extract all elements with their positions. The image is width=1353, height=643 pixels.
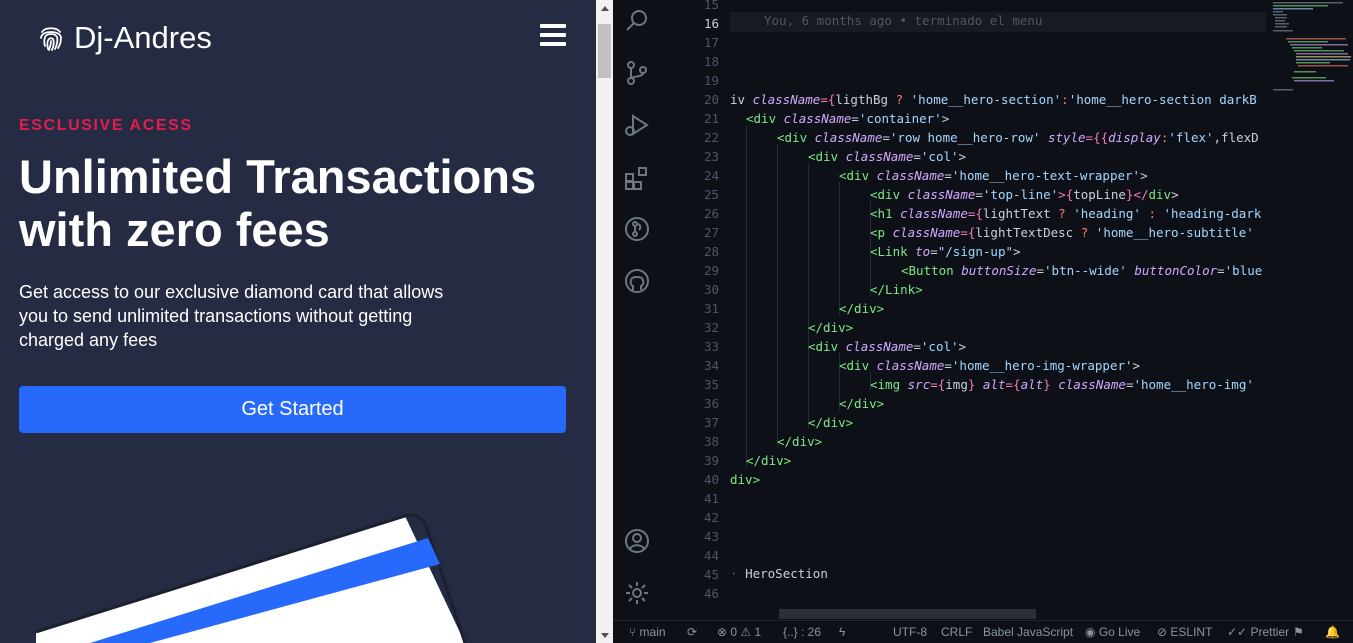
problems-status[interactable]: ⊗ 0 ⚠ 1 [717,625,761,639]
search-icon[interactable] [624,8,650,34]
line-number: 42 [703,510,719,525]
line-number: 34 [703,358,719,373]
line-number: 40 [703,472,719,487]
status-bar: ⑂ main ⟳ ⊗ 0 ⚠ 1 {..} : 26 ϟ UTF-8 CRLF … [613,620,1353,643]
code-line: <h1 className={lightText ? 'heading' : '… [870,206,1262,221]
line-number: 43 [703,529,719,544]
code-line: </div> [777,434,823,449]
account-icon[interactable] [624,528,650,554]
current-line-highlight: You, 6 months ago • terminado el menu [730,12,1266,32]
line-number: 46 [703,586,719,601]
line-number: 18 [703,54,719,69]
language-mode[interactable]: Babel JavaScript [983,625,1073,639]
encoding-status[interactable]: UTF-8 [893,625,927,639]
line-number: 32 [703,320,719,335]
code-line: <div className='col'> [808,339,967,354]
line-number: 30 [703,282,719,297]
line-number: 31 [703,301,719,316]
code-area[interactable]: You, 6 months ago • terminado el menu iv… [730,0,1266,620]
code-line: </Link> [870,282,923,297]
code-line: </div> [839,396,885,411]
gitlens-icon[interactable] [624,216,650,242]
fingerprint-icon [40,27,62,51]
code-line: <div className='top-line'>{topLine}</div… [870,187,1179,202]
lightning-icon[interactable]: ϟ [839,625,845,639]
code-line: </div> [839,301,885,316]
line-number: 38 [703,434,719,449]
code-line: <div className='row home__hero-row' styl… [777,130,1259,145]
line-number: 25 [703,187,719,202]
scroll-up-icon[interactable] [601,6,609,11]
code-line: <Link to="/sign-up"> [870,244,1021,259]
line-number: 23 [703,149,719,164]
branch-status[interactable]: ⑂ main [629,625,666,639]
scroll-down-icon[interactable] [601,633,609,638]
breadcrumb-symbol: HeroSection [745,566,828,581]
navbar-logo[interactable]: Dj-Andres [38,20,212,56]
menu-hamburger-icon[interactable] [540,24,566,46]
scrollbar-thumb[interactable] [598,24,611,78]
credit-card-illustration [35,513,467,643]
line-number: 16 [703,16,719,31]
line-number: 24 [703,168,719,183]
code-line: <Button buttonSize='btn--wide' buttonCol… [901,263,1263,278]
eslint-status[interactable]: ⊘ ESLINT [1157,625,1212,639]
code-line: </div> [746,453,792,468]
notifications-bell-icon[interactable]: 🔔 [1325,625,1340,639]
github-icon[interactable] [624,268,650,294]
code-line: <div className='col'> [808,149,967,164]
activity-bar [613,0,661,620]
line-number: 15 [703,0,719,12]
code-line: iv className={ligthBg ? 'home__hero-sect… [730,92,1257,107]
settings-gear-icon[interactable] [624,580,650,606]
line-number: 17 [703,35,719,50]
line-number: 45 [703,567,719,582]
code-editor: 15 16 17 18 19 20 21 22 23 24 25 26 27 28 29 30 31 32 33 34… [613,0,1353,643]
line-number: 20 [703,92,719,107]
run-debug-icon[interactable] [624,112,650,138]
hero-topline: ESCLUSIVE ACESS [19,117,193,134]
code-line: <img src={img} alt={alt} className='home… [870,377,1254,392]
line-number: 33 [703,339,719,354]
code-line: <div className='home__hero-img-wrapper'> [839,358,1141,373]
brand-name: Dj-Andres [74,20,212,55]
line-number: 19 [703,73,719,88]
line-number: 35 [703,377,719,392]
hero-subtitle: Get access to our exclusive diamond card… [19,282,444,350]
line-number-gutter: 15 16 17 18 19 20 21 22 23 24 25 26 27 28 29 30 31 32 33 34… [661,0,727,620]
code-line: <div className='home__hero-text-wrapper'… [839,168,1148,183]
selection-status[interactable]: {..} : 26 [783,625,821,639]
prettier-status[interactable]: ✓✓ Prettier [1227,625,1289,639]
go-live-button[interactable]: ◉ Go Live [1085,625,1140,639]
line-number: 26 [703,206,719,221]
preview-scrollbar[interactable] [596,0,613,643]
hero-heading: Unlimited Transactions with zero fees [19,150,537,256]
code-line: div> [730,472,761,487]
code-line: </div> [808,415,854,430]
line-number: 44 [703,548,719,563]
source-control-icon[interactable] [624,60,650,86]
extensions-icon[interactable] [624,165,650,191]
get-started-button[interactable]: Get Started [19,386,566,433]
code-line: <div className='container'> [746,111,950,126]
line-number: 37 [703,415,719,430]
feedback-icon[interactable]: ⚑ [1293,625,1304,639]
code-line: <p className={lightTextDesc ? 'home__her… [870,225,1254,240]
line-number: 27 [703,225,719,240]
eol-status[interactable]: CRLF [941,625,972,639]
line-number: 36 [703,396,719,411]
git-blame-annotation: You, 6 months ago • terminado el menu [764,13,1043,28]
line-number: 21 [703,111,719,126]
website-preview: Dj-Andres ESCLUSIVE ACESS Unlimited Tran… [0,0,596,643]
minimap[interactable] [1268,0,1353,120]
horizontal-scrollbar[interactable] [779,609,1036,619]
line-number: 41 [703,491,719,506]
line-number: 29 [703,263,719,278]
line-number: 28 [703,244,719,259]
line-number: 22 [703,130,719,145]
code-line: </div> [808,320,854,335]
line-number: 39 [703,453,719,468]
sync-icon[interactable]: ⟳ [687,625,697,639]
